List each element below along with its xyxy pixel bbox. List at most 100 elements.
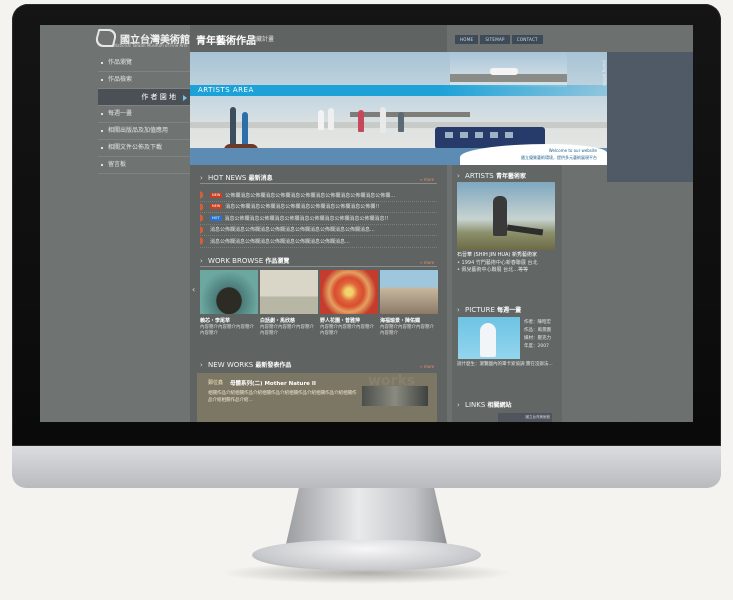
hero-stripe-text: ARTISTS AREA bbox=[198, 86, 254, 94]
hot-news-title-zh: 最新消息 bbox=[248, 175, 273, 182]
divider bbox=[200, 183, 437, 184]
work-browse-title-en: WORK BROWSE bbox=[208, 257, 264, 265]
picture-meta: 作者：陳昭宏 作品：風景圖 媒材：壓克力 年度：2007 bbox=[524, 319, 551, 351]
artists-title-zh: 青年藝術家 bbox=[495, 173, 526, 180]
train-window bbox=[490, 132, 498, 138]
news-item[interactable]: NEW 消息公佈欄消息公佈欄消息公佈欄消息公佈欄消息公佈欄消息公佈欄!! bbox=[200, 202, 437, 213]
picture-title-zh: 每週一畫 bbox=[497, 307, 522, 314]
work-item[interactable]: 賴芯・李尾萃 內容簡介內容簡介內容簡介內容簡介 bbox=[200, 270, 258, 337]
work-item[interactable]: 海福瑜景・陳佑嫻 內容簡介內容簡介內容簡介內容簡介 bbox=[380, 270, 438, 337]
new-badge: NEW bbox=[210, 204, 223, 210]
hot-news-more-link[interactable]: » more bbox=[420, 177, 434, 182]
work-desc: 內容簡介內容簡介內容簡介內容簡介 bbox=[320, 325, 374, 336]
work-thumbnail-image[interactable] bbox=[200, 270, 258, 314]
work-thumbnails: 賴芯・李尾萃 內容簡介內容簡介內容簡介內容簡介 白話劇・馬欣慈 內容簡介內容簡介… bbox=[200, 270, 440, 337]
train-window bbox=[475, 132, 483, 138]
work-desc: 內容簡介內容簡介內容簡介內容簡介 bbox=[260, 325, 314, 336]
news-text: 消息公佈欄消息公佈欄消息公佈欄消息公佈欄消息公佈欄消息公佈欄!! bbox=[225, 204, 380, 211]
picture-figure bbox=[480, 323, 496, 357]
sidebar-nav: 作品瀏覽 作品檢索 作 者 園 地 每週一畫 相關出版品及加值應用 相關文件公佈… bbox=[98, 55, 190, 174]
picture-desc: 說什麼生：瀏覽國內的畢卡索協調 實在沒辦法... bbox=[457, 362, 553, 367]
platform-roof bbox=[350, 112, 470, 117]
hot-news-title-en: HOT NEWS bbox=[208, 174, 247, 182]
monitor-stand-foot bbox=[252, 540, 481, 570]
site-subtitle: 購藏計畫 bbox=[250, 36, 275, 43]
artist-photo[interactable] bbox=[457, 182, 555, 250]
train-window bbox=[505, 132, 513, 138]
work-caption: 賴芯・李尾萃 bbox=[200, 318, 231, 324]
news-item[interactable]: 消息公佈欄消息公佈欄消息公佈欄消息公佈欄消息公佈欄消息公佈欄消息... bbox=[200, 225, 437, 236]
weekly-picture-image[interactable] bbox=[458, 317, 520, 359]
logo-subtitle: National Taiwan Museum of Fine Arts bbox=[114, 43, 188, 48]
divider bbox=[200, 266, 437, 267]
bullet-icon bbox=[200, 191, 207, 200]
person-figure bbox=[328, 108, 334, 130]
hero-vertical-text: young artists bbox=[602, 60, 607, 87]
work-item[interactable]: 野人花園・曾雅萍 內容簡介內容簡介內容簡介內容簡介 bbox=[320, 270, 378, 337]
nav-item-artists[interactable]: 作 者 園 地 bbox=[98, 89, 190, 106]
bullet-icon bbox=[200, 237, 207, 246]
news-text: 公佈欄消息公佈欄消息公佈欄消息公佈欄消息公佈欄消息公佈欄消息公佈欄... bbox=[225, 192, 396, 199]
news-item[interactable]: HOT 消息公佈欄消息公佈欄消息公佈欄消息公佈欄消息公佈欄消息公佈欄消息!! bbox=[200, 213, 437, 225]
artists-heading: ARTISTS 青年藝術家 bbox=[457, 171, 526, 180]
artist-name[interactable]: 石晉華 (SHIH JIN HUA) 新秀藝術家 bbox=[457, 252, 537, 259]
person-figure bbox=[242, 112, 248, 148]
work-desc: 內容簡介內容簡介內容簡介內容簡介 bbox=[200, 325, 254, 336]
picture-medium: 媒材：壓克力 bbox=[524, 336, 551, 341]
nav-item-browse[interactable]: 作品瀏覽 bbox=[98, 55, 190, 72]
news-text: 消息公佈欄消息公佈欄消息公佈欄消息公佈欄消息公佈欄消息... bbox=[210, 238, 350, 245]
person-figure bbox=[318, 110, 324, 130]
new-works-artist: 鄭位鑫 bbox=[208, 380, 224, 386]
nav-item-weekly[interactable]: 每週一畫 bbox=[98, 106, 190, 123]
new-badge: NEW bbox=[210, 192, 223, 198]
new-works-image[interactable] bbox=[362, 386, 428, 406]
hot-badge: HOT bbox=[210, 215, 222, 221]
hero-tagline: 國立優質藝術環境，提供多元藝術展現平台 bbox=[521, 155, 597, 160]
hero-inset-wall bbox=[450, 74, 567, 82]
hero-inset-figure bbox=[490, 68, 518, 75]
picture-heading: PICTURE 每週一畫 bbox=[457, 305, 521, 314]
new-works-title-en: NEW WORKS bbox=[208, 361, 254, 369]
nav-item-search[interactable]: 作品檢索 bbox=[98, 72, 190, 89]
new-works-desc: 相關作品介紹相關作品介紹相關作品介紹相關作品介紹相關作品介紹相關作品介紹相關作品… bbox=[208, 391, 357, 403]
site-title: 青年藝術作品 bbox=[196, 36, 256, 47]
new-works-title[interactable]: 母體系列(二) Mother Nature II bbox=[230, 379, 316, 387]
links-title-en: LINKS bbox=[465, 401, 486, 409]
screen: 國立台灣美術館 National Taiwan Museum of Fine A… bbox=[40, 25, 693, 422]
news-text: 消息公佈欄消息公佈欄消息公佈欄消息公佈欄消息公佈欄消息公佈欄消息... bbox=[210, 227, 375, 234]
nav-item-documents[interactable]: 相關文件公佈及下載 bbox=[98, 140, 190, 157]
work-item[interactable]: 白話劇・馬欣慈 內容簡介內容簡介內容簡介內容簡介 bbox=[260, 270, 318, 337]
bullet-icon bbox=[200, 214, 207, 223]
new-works-more-link[interactable]: » more bbox=[420, 364, 434, 369]
work-desc: 內容簡介內容簡介內容簡介內容簡介 bbox=[380, 325, 434, 336]
home-link[interactable]: HOME bbox=[455, 35, 479, 44]
prev-arrow-icon[interactable]: ‹ bbox=[192, 285, 195, 294]
work-browse-heading: WORK BROWSE 作品瀏覽 bbox=[200, 256, 289, 265]
news-item[interactable]: NEW 公佈欄消息公佈欄消息公佈欄消息公佈欄消息公佈欄消息公佈欄消息公佈欄... bbox=[200, 190, 437, 202]
artist-detail: • 佩兒藝術中心聯展 台北…等等 bbox=[457, 267, 529, 273]
bullet-icon bbox=[200, 225, 207, 234]
work-thumbnail-image[interactable] bbox=[320, 270, 378, 314]
nav-item-guestbook[interactable]: 留言板 bbox=[98, 157, 190, 174]
picture-title-en: PICTURE bbox=[465, 306, 495, 314]
sitemap-link[interactable]: SITEMAP bbox=[480, 35, 510, 44]
work-thumbnail-image[interactable] bbox=[380, 270, 438, 314]
picture-year: 年度：2007 bbox=[524, 344, 549, 349]
person-figure bbox=[358, 110, 364, 132]
hero-welcome: Welcome to our website bbox=[548, 148, 597, 153]
hero-banner: ARTISTS AREA Welcome to our website 國立優質… bbox=[190, 52, 607, 165]
train-window bbox=[460, 132, 468, 138]
nav-item-publications[interactable]: 相關出版品及加值應用 bbox=[98, 123, 190, 140]
links-banner[interactable]: 國立台灣美術館 bbox=[498, 413, 552, 422]
work-caption: 海福瑜景・陳佑嫻 bbox=[380, 318, 421, 324]
picture-work: 作品：風景圖 bbox=[524, 328, 551, 333]
work-caption: 白話劇・馬欣慈 bbox=[260, 318, 296, 324]
contact-link[interactable]: CONTACT bbox=[511, 35, 543, 44]
news-text: 消息公佈欄消息公佈欄消息公佈欄消息公佈欄消息公佈欄消息公佈欄消息!! bbox=[224, 215, 389, 222]
news-item[interactable]: 消息公佈欄消息公佈欄消息公佈欄消息公佈欄消息公佈欄消息... bbox=[200, 236, 437, 248]
top-nav: HOME SITEMAP CONTACT bbox=[455, 35, 543, 44]
work-thumbnail-image[interactable] bbox=[260, 270, 318, 314]
artist-figure bbox=[493, 196, 507, 236]
work-browse-more-link[interactable]: » more bbox=[420, 260, 434, 265]
artist-detail: • 1994 竹門藝術中心新春聯展 台北 bbox=[457, 260, 538, 266]
